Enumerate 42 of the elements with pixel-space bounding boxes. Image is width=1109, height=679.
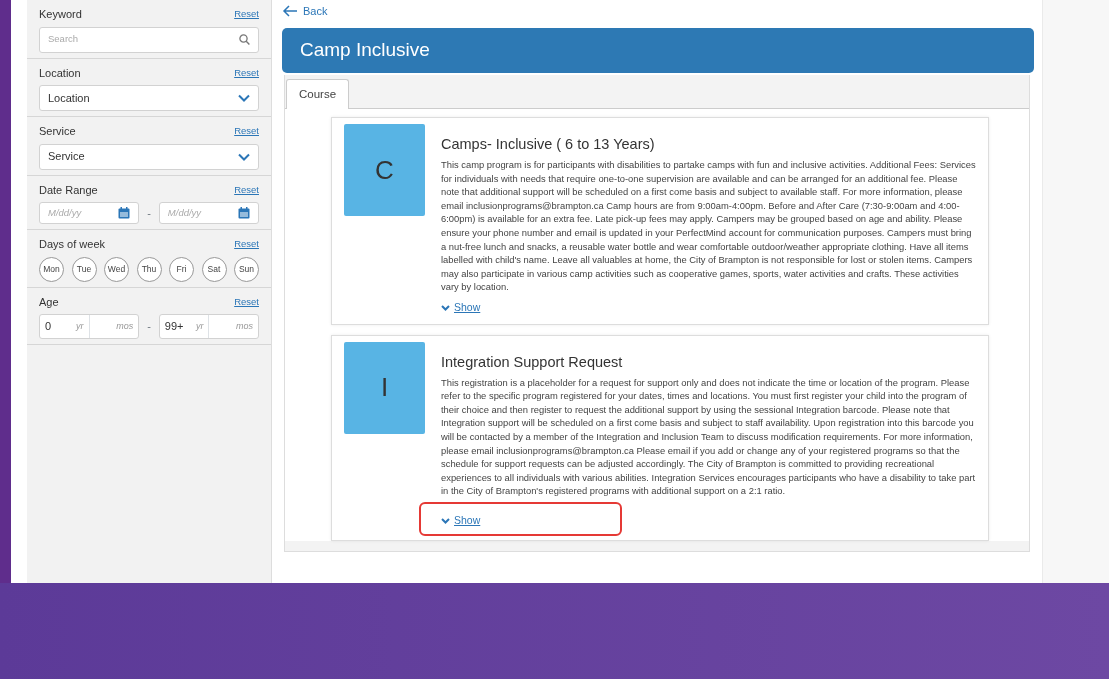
separator-text: - bbox=[147, 319, 151, 335]
back-link[interactable]: Back bbox=[282, 2, 328, 20]
course-title: Integration Support Request bbox=[441, 352, 624, 372]
select-dropdown[interactable]: Location bbox=[39, 85, 259, 111]
show-link[interactable]: Show bbox=[441, 300, 481, 316]
chevron-down-icon bbox=[238, 94, 250, 102]
calendar-icon bbox=[238, 207, 250, 219]
day-toggle[interactable]: Thu bbox=[136, 256, 162, 282]
calendar-icon bbox=[118, 207, 131, 219]
day-toggle[interactable]: Tue bbox=[71, 256, 97, 282]
reset-link[interactable]: Reset bbox=[234, 65, 259, 80]
reset-link[interactable]: Reset bbox=[234, 182, 259, 197]
select-dropdown[interactable]: Service bbox=[39, 143, 259, 170]
filter-label: Location bbox=[39, 65, 81, 81]
day-toggle[interactable]: Sun bbox=[234, 256, 259, 282]
day-toggle[interactable]: Fri bbox=[169, 256, 194, 282]
show-link[interactable]: Show bbox=[441, 513, 481, 529]
search-icon bbox=[239, 34, 250, 45]
filter-label: Keyword bbox=[39, 7, 82, 22]
reset-link[interactable]: Reset bbox=[234, 294, 259, 309]
chevron-down-icon bbox=[441, 518, 450, 525]
reset-link[interactable]: Reset bbox=[234, 124, 259, 139]
chevron-down-icon bbox=[238, 152, 250, 161]
page-title-bar: Camp Inclusive bbox=[282, 28, 1034, 73]
day-toggle[interactable]: Wed bbox=[104, 256, 129, 282]
course-title: Camps- Inclusive ( 6 to 13 Years) bbox=[441, 135, 656, 155]
filter-label: Date Range bbox=[39, 182, 98, 198]
reset-link[interactable]: Reset bbox=[234, 7, 259, 22]
course-initial-tile: C bbox=[344, 124, 425, 217]
chevron-down-icon bbox=[441, 304, 450, 311]
filter-label: Age bbox=[39, 294, 59, 310]
filter-label: Days of week bbox=[39, 237, 106, 252]
filter-label: Service bbox=[39, 124, 76, 139]
course-description: This registration is a placeholder for a request for support only and does not indicate the time or location of the program. Please refer to the specific program registered for your dates, times and locations. You must first register your child into the program of their choice and then register to request the additional support by using the sessional Integration barcode. Please note that Integration support will be scheduled on a first come basis and subject to staff availability. Upon registration into this barcode you will be contacted by a member of the Integration and Inclusion Team to discuss modification requirements. For more information, please email inclusionprograms@brampton.ca Please email if you add or change any of your registered programs so that the schedule for support requests can be adjusted accordingly. The City of Brampton is committed to providing recreational experiences to all individuals with various abilities. Integration Services encourages participants who have a disability to take part in the City of Brampton's registered programs with additional support on a 2:1 ratio. bbox=[441, 375, 977, 499]
course-initial-tile: I bbox=[344, 341, 425, 434]
reset-link[interactable]: Reset bbox=[234, 237, 259, 252]
separator-text: - bbox=[147, 205, 151, 221]
tab[interactable]: Course bbox=[286, 79, 350, 110]
course-description: This camp program is for participants with disabilities to partake camps with fun and inclusive activities. Additional Fees: Services for individuals with needs that require one-to-one supervision are available and can be arranged for an additional fee. Please note that additional support will be scheduled on a first come basis and subject to available staff. For more information, please email inclusionprograms@brampton.ca Camp hours are from 9:00am-4:00pm. Before and After Care (7:30-9:00am and 4:00-6:00pm) is available for an extra fee. Late pick-up fees may apply. Campers may be grouped based on age and ability. Please ensure your phone number and email is updated in your PerfectMind account for communication purposes. Campers must bring a nut-free lunch and snacks, a reusable water bottle and wear comfortable outdoor/weather appropriate clothing. Have all items labelled with child's name. Leave all valuables at home, the City of Brampton is not responsible for lost or stolen items. Campers may also participate in various camp activities such as cooperative games, sports, water activities and crafts. These activities vary by location. bbox=[441, 158, 977, 294]
day-toggle[interactable]: Mon bbox=[39, 256, 64, 282]
day-toggle[interactable]: Sat bbox=[201, 256, 227, 282]
arrow-left-icon bbox=[282, 5, 298, 17]
